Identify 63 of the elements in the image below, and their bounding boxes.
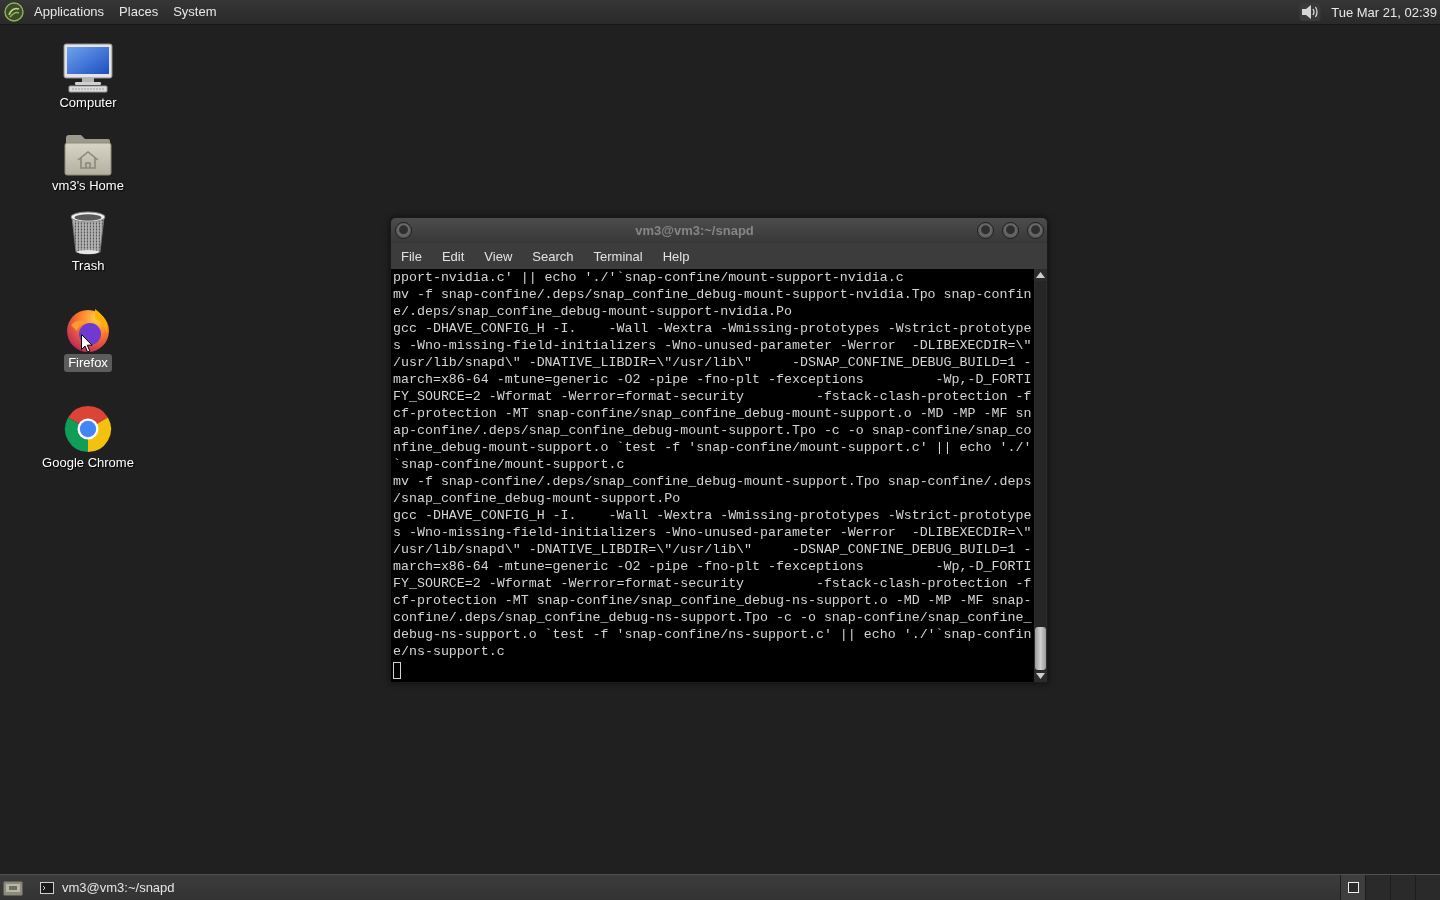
home-folder-icon[interactable] [64, 134, 112, 176]
monitor-icon[interactable] [62, 43, 114, 93]
maximize-button[interactable] [1002, 222, 1019, 239]
terminal-line: /snap_confine_debug-mount-support.Po [393, 490, 682, 507]
workspace-cell[interactable] [1415, 875, 1440, 900]
terminal-line: confine/.deps/snap_confine_debug-ns-support.Tpo -c -o snap-confine/snap_confine_ [393, 609, 1033, 626]
window-menu-button[interactable] [395, 222, 412, 239]
trash-can-icon[interactable] [68, 210, 108, 256]
browser-icon[interactable] [65, 307, 111, 353]
icon-label[interactable]: Google Chrome [38, 454, 138, 472]
terminal-line: FY_SOURCE=2 -Wformat -Werror=format-security -fstack-clash-protection -f [393, 575, 1033, 592]
terminal-icon [40, 881, 54, 894]
window-title: vm3@vm3:~/snapd [634, 223, 755, 238]
terminal-line: gcc -DHAVE_CONFIG_H -I. -Wall -Wextra -Wmissing-prototypes -Wstrict-prototype [393, 320, 1033, 337]
terminal-line: FY_SOURCE=2 -Wformat -Werror=format-security -fstack-clash-protection -f [393, 388, 1033, 405]
menu-item[interactable]: Terminal [587, 245, 649, 267]
panel-menu[interactable]: Applications [29, 2, 110, 22]
menu-item[interactable]: File [395, 245, 428, 267]
terminal-line: march=x86-64 -mtune=generic -O2 -pipe -fno-plt -fexceptions -Wp,-D_FORTI [393, 558, 1033, 575]
terminal-line: s -Wno-missing-field-initializers -Wno-unused-parameter -Werror -DLIBEXECDIR=\" [393, 337, 1033, 354]
menu-item[interactable]: View [478, 245, 519, 267]
icon-label[interactable]: Trash [67, 257, 109, 275]
workspace-cell[interactable] [1340, 875, 1365, 900]
menu-item[interactable]: Edit [435, 245, 471, 267]
terminal-line: pport-nvidia.c' || echo './'`snap-confine/mount-support-nvidia.c [393, 269, 905, 286]
terminal-line: gcc -DHAVE_CONFIG_H -I. -Wall -Wextra -Wmissing-prototypes -Wstrict-prototype [393, 507, 1033, 524]
terminal-line: ap-confine/.deps/snap_confine_debug-mount-support.Tpo -c -o snap-confine/snap_co [393, 422, 1033, 439]
panel-menu[interactable]: System [168, 2, 222, 22]
scrollbar-thumb[interactable] [1035, 627, 1046, 670]
clock[interactable]: Tue Mar 21, 02:39 [1331, 4, 1437, 20]
terminal-line: cf-protection -MT snap-confine/snap_confine_debug-ns-support.o -MD -MP -MF snap- [393, 592, 1033, 609]
swirl-logo-icon[interactable] [4, 2, 24, 22]
menu-item[interactable]: Help [656, 245, 696, 267]
terminal-line: /usr/lib/snapd\" -DNATIVE_LIBDIR=\"/usr/lib\" -DSNAP_CONFINE_DEBUG_BUILD=1 - [393, 541, 1033, 558]
block-cursor-icon [393, 661, 401, 679]
scroll-up-arrow-icon[interactable] [1036, 272, 1045, 278]
mouse-pointer-icon [81, 334, 93, 353]
terminal-line: cf-protection -MT snap-confine/snap_confine_debug-mount-support.o -MD -MP -MF sn [393, 405, 1033, 422]
taskbar-button[interactable]: vm3@vm3:~/snapd [38, 877, 181, 898]
minimize-button[interactable] [977, 222, 994, 239]
terminal-line: e/ns-support.c [393, 643, 506, 660]
terminal-line: debug-ns-support.o `test -f 'snap-confine/ns-support.c' || echo './'`snap-confin [393, 626, 1033, 643]
speaker-icon[interactable] [1299, 2, 1322, 22]
terminal-line: mv -f snap-confine/.deps/snap_confine_debug-mount-support.Tpo snap-confine/.deps [393, 473, 1033, 490]
terminal-line: `snap-confine/mount-support.c [393, 456, 626, 473]
terminal-line: e/.deps/snap_confine_debug-mount-support-nvidia.Po [393, 303, 793, 320]
icon-label[interactable]: Computer [55, 94, 121, 112]
terminal-line: s -Wno-missing-field-initializers -Wno-unused-parameter -Werror -DLIBEXECDIR=\" [393, 524, 1033, 541]
window-thumbnail-icon [1347, 882, 1359, 893]
workspace-cell[interactable] [1365, 875, 1390, 900]
terminal-line: march=x86-64 -mtune=generic -O2 -pipe -fno-plt -fexceptions -Wp,-D_FORTI [393, 371, 1033, 388]
close-button[interactable] [1027, 222, 1044, 239]
terminal-line: nfine_debug-mount-support.o `test -f 'snap-confine/mount-support.c' || echo './' [393, 439, 1033, 456]
show-desktop-icon[interactable] [3, 879, 23, 896]
icon-label[interactable]: vm3's Home [48, 177, 128, 195]
browser-icon[interactable] [64, 405, 112, 453]
scroll-down-arrow-icon[interactable] [1036, 673, 1045, 679]
terminal-line: mv -f snap-confine/.deps/snap_confine_debug-mount-support-nvidia.Tpo snap-confin [393, 286, 1033, 303]
panel-menu[interactable]: Places [114, 2, 164, 22]
icon-label[interactable]: Firefox [64, 354, 112, 372]
workspace-cell[interactable] [1390, 875, 1415, 900]
terminal-line: /usr/lib/snapd\" -DNATIVE_LIBDIR=\"/usr/lib\" -DSNAP_CONFINE_DEBUG_BUILD=1 - [393, 354, 1033, 371]
menu-item[interactable]: Search [526, 245, 580, 267]
